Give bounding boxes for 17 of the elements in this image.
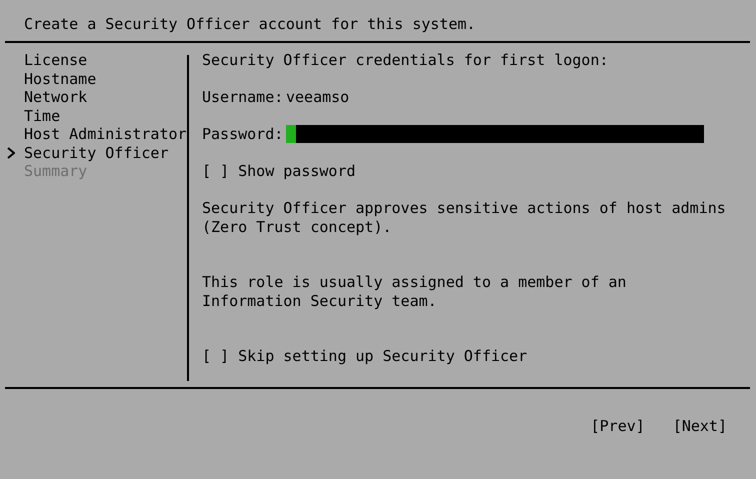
form-heading: Security Officer credentials for first logon: bbox=[202, 51, 608, 70]
sidebar-item[interactable]: License bbox=[7, 51, 182, 70]
skip-checkbox[interactable]: [ ] Skip setting up Security Officer bbox=[202, 347, 756, 366]
show-password-checkbox[interactable]: [ ] Show password bbox=[202, 162, 756, 180]
nav-button[interactable]: [Prev] bbox=[590, 417, 645, 436]
password-label: Password: bbox=[202, 125, 284, 144]
username-value: veeamso bbox=[286, 88, 350, 106]
header-title: Create a Security Officer account for this system. bbox=[24, 15, 476, 33]
sidebar-item[interactable]: Security Officer bbox=[7, 144, 182, 162]
password-field[interactable] bbox=[286, 125, 704, 144]
description-text: This role is usually assigned to a member of an Information Security team. bbox=[202, 273, 628, 310]
nav-button[interactable]: [Next] bbox=[672, 417, 727, 436]
sidebar-item[interactable]: Network bbox=[7, 88, 182, 106]
username-label: Username: bbox=[202, 88, 284, 106]
sidebar-item[interactable]: Hostname bbox=[7, 70, 182, 88]
sidebar-item[interactable]: Time bbox=[7, 106, 182, 125]
description-text: Security Officer approves sensitive actions of host admins (Zero Trust concept). bbox=[202, 199, 727, 236]
